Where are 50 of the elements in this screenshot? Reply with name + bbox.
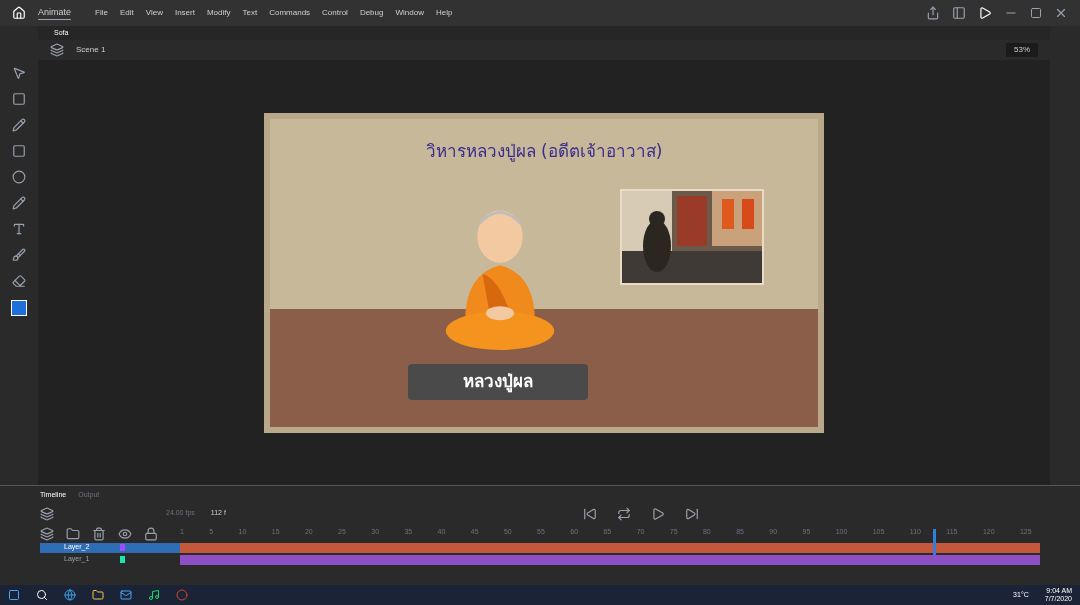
app-icon[interactable]	[176, 589, 188, 601]
app-name: Animate	[38, 5, 72, 21]
menu-item[interactable]: File	[95, 7, 108, 19]
play-icon[interactable]	[978, 6, 992, 20]
caption: หลวงปู่ผล	[463, 369, 533, 395]
oval-icon[interactable]	[12, 170, 26, 184]
menu-item[interactable]: Modify	[206, 7, 231, 19]
play-icon[interactable]	[650, 506, 665, 521]
start-icon[interactable]	[8, 589, 20, 601]
folder-icon[interactable]	[66, 526, 80, 541]
eye-icon[interactable]	[118, 526, 132, 541]
color-swatch-icon[interactable]	[11, 300, 27, 316]
stage-title: วิหารหลวงปู่ผล (อดีตเจ้าอาวาส)	[425, 139, 663, 164]
search-icon[interactable]	[36, 589, 48, 601]
panel-icon[interactable]	[952, 6, 966, 20]
selection-icon[interactable]	[12, 66, 26, 80]
menu-item[interactable]: Insert	[174, 7, 195, 19]
pencil-icon[interactable]	[12, 118, 26, 132]
last-frame-icon[interactable]	[684, 506, 699, 521]
browser-icon[interactable]	[64, 589, 76, 601]
scene-icon[interactable]	[50, 43, 64, 57]
maximize-icon[interactable]	[1030, 7, 1042, 19]
eraser-icon[interactable]	[12, 274, 26, 288]
text-icon[interactable]	[12, 222, 26, 236]
menu-item[interactable]: Text	[242, 7, 258, 19]
menu-item[interactable]: Edit	[119, 7, 134, 19]
playhead[interactable]	[932, 528, 936, 555]
mail-icon[interactable]	[120, 589, 132, 601]
first-frame-icon[interactable]	[582, 506, 597, 521]
lock-icon[interactable]	[144, 526, 158, 541]
loop-icon[interactable]	[616, 506, 631, 521]
menu-item[interactable]: Window	[395, 7, 424, 19]
menu-item[interactable]: Debug	[359, 7, 384, 19]
layers-icon[interactable]	[40, 506, 54, 521]
folder-icon[interactable]	[92, 589, 104, 601]
home-icon[interactable]	[12, 6, 26, 20]
new-layer-icon[interactable]	[40, 526, 54, 541]
rectangle-icon[interactable]	[12, 144, 26, 158]
music-icon[interactable]	[148, 589, 160, 601]
zoom-field[interactable]: 53%	[1006, 43, 1038, 57]
delete-icon[interactable]	[92, 526, 106, 541]
line-icon[interactable]	[12, 196, 26, 210]
menu-item[interactable]: Help	[435, 7, 453, 19]
close-icon[interactable]	[1054, 6, 1068, 20]
scene-label[interactable]: Scene 1	[76, 44, 106, 56]
share-icon[interactable]	[926, 6, 940, 20]
menu-item[interactable]: Control	[322, 7, 348, 19]
menu-item[interactable]: View	[145, 7, 163, 19]
menu-item[interactable]: Commands	[269, 7, 311, 19]
brush-icon[interactable]	[12, 248, 26, 262]
